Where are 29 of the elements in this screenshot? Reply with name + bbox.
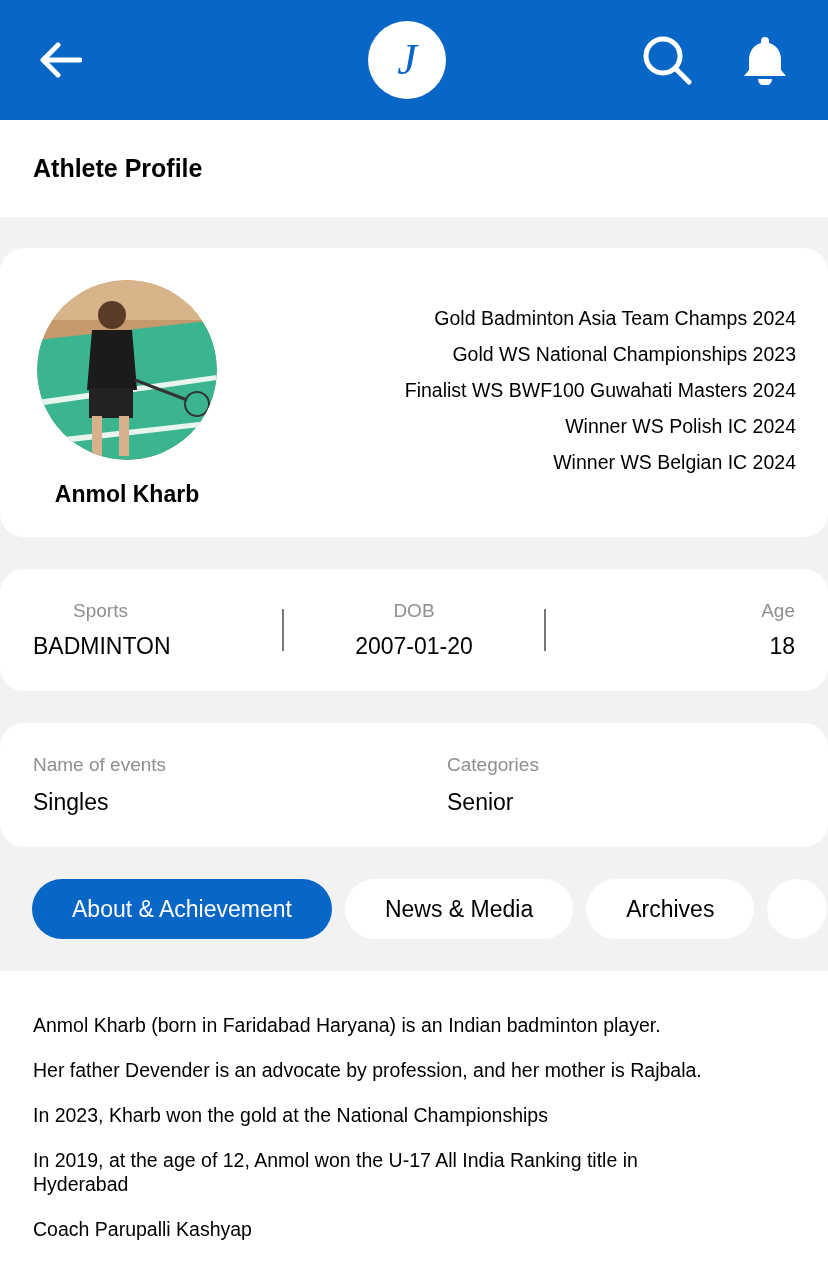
page-title: Athlete Profile [33, 152, 203, 184]
bell-icon[interactable] [742, 35, 788, 85]
achievement-text: Winner WS Polish IC 2024 [565, 414, 796, 439]
stat-label: DOB [393, 598, 435, 623]
search-icon[interactable] [642, 35, 692, 85]
about-paragraph: Coach Parupalli Kashyap [33, 1217, 253, 1241]
achievement-text: Finalist WS BWF100 Guwahati Masters 2024 [404, 378, 796, 403]
about-paragraph: Anmol Kharb (born in Faridabad Haryana) is an Indian badminton player. [33, 1013, 662, 1037]
about-paragraph: In 2023, Kharb won the gold at the National Championships [33, 1103, 549, 1127]
athlete-name: Anmol Kharb [54, 480, 200, 509]
logo[interactable]: J [368, 21, 446, 99]
detail-value: Singles [33, 788, 110, 817]
detail-label: Categories [447, 752, 540, 777]
stat-value: BADMINTON [33, 632, 171, 661]
achievement-text: Winner WS Belgian IC 2024 [553, 450, 796, 475]
achievement-text: Gold WS National Championships 2023 [452, 342, 796, 367]
stat-value: 18 [769, 632, 795, 661]
about-paragraph: Her father Devender is an advocate by profession, and her mother is Rajbala. [33, 1058, 703, 1082]
tab[interactable]: About & Achievement [32, 879, 332, 939]
stat-label: Age [761, 598, 795, 623]
achievement-text: Gold Badminton Asia Team Champs 2024 [434, 306, 796, 331]
stat-label: Sports [73, 598, 128, 623]
about-paragraph: In 2019, at the age of 12, Anmol won the U-17 All India Ranking title in Hyderabad [33, 1148, 639, 1196]
back-arrow-icon[interactable] [40, 42, 82, 78]
tab[interactable]: News & Media [344, 879, 574, 939]
stat-value: 2007-01-20 [355, 632, 473, 661]
detail-value: Senior [447, 788, 515, 817]
tab[interactable]: Archives [586, 879, 755, 939]
detail-label: Name of events [33, 752, 168, 777]
